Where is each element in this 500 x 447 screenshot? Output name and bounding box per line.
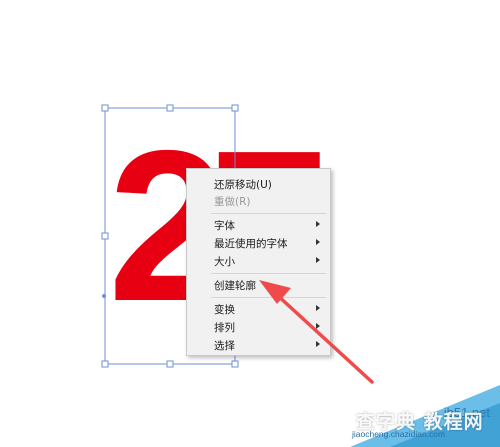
selection-center-point [102, 294, 106, 298]
menu-item-label: 还原移动(U) [214, 179, 272, 191]
context-menu: 还原移动(U) 重做(R) 字体 最近使用的字体 大小 创建轮廓 变换 排列 选… [186, 168, 331, 356]
submenu-arrow-icon [316, 257, 320, 263]
menu-item-redo: 重做(R) [187, 192, 330, 209]
menu-item-label: 重做(R) [214, 196, 251, 208]
submenu-arrow-icon [316, 341, 320, 347]
submenu-arrow-icon [316, 305, 320, 311]
artboard: 27 还原移动(U) 重做(R) 字体 最近使用的字体 [0, 0, 500, 447]
menu-item-select[interactable]: 选择 [187, 336, 330, 353]
watermark: jb51.net 查字典 教程网 jiaocheng.chazidian.com [350, 385, 500, 447]
menu-separator [211, 213, 326, 214]
submenu-arrow-icon [316, 239, 320, 245]
menu-item-label: 变换 [214, 304, 235, 316]
menu-item-font[interactable]: 字体 [187, 216, 330, 233]
menu-item-label: 选择 [214, 340, 235, 352]
menu-separator [211, 273, 326, 274]
selection-handle-se[interactable] [231, 360, 239, 368]
menu-item-label: 排列 [214, 322, 235, 334]
menu-item-undo-move[interactable]: 还原移动(U) [187, 175, 330, 192]
menu-item-label: 最近使用的字体 [214, 238, 288, 250]
submenu-arrow-icon [316, 323, 320, 329]
submenu-arrow-icon [316, 221, 320, 227]
menu-item-label: 大小 [214, 256, 235, 268]
menu-item-label: 创建轮廓 [214, 280, 256, 292]
watermark-url: jiaocheng.chazidian.com [352, 429, 446, 439]
selection-handle-s[interactable] [166, 360, 174, 368]
menu-item-transform[interactable]: 变换 [187, 300, 330, 317]
menu-item-recent-fonts[interactable]: 最近使用的字体 [187, 234, 330, 251]
selection-handle-sw[interactable] [101, 360, 109, 368]
menu-item-create-outlines[interactable]: 创建轮廓 [187, 276, 330, 293]
menu-item-arrange[interactable]: 排列 [187, 318, 330, 335]
menu-separator [211, 297, 326, 298]
menu-item-size[interactable]: 大小 [187, 252, 330, 269]
menu-item-label: 字体 [214, 220, 235, 232]
